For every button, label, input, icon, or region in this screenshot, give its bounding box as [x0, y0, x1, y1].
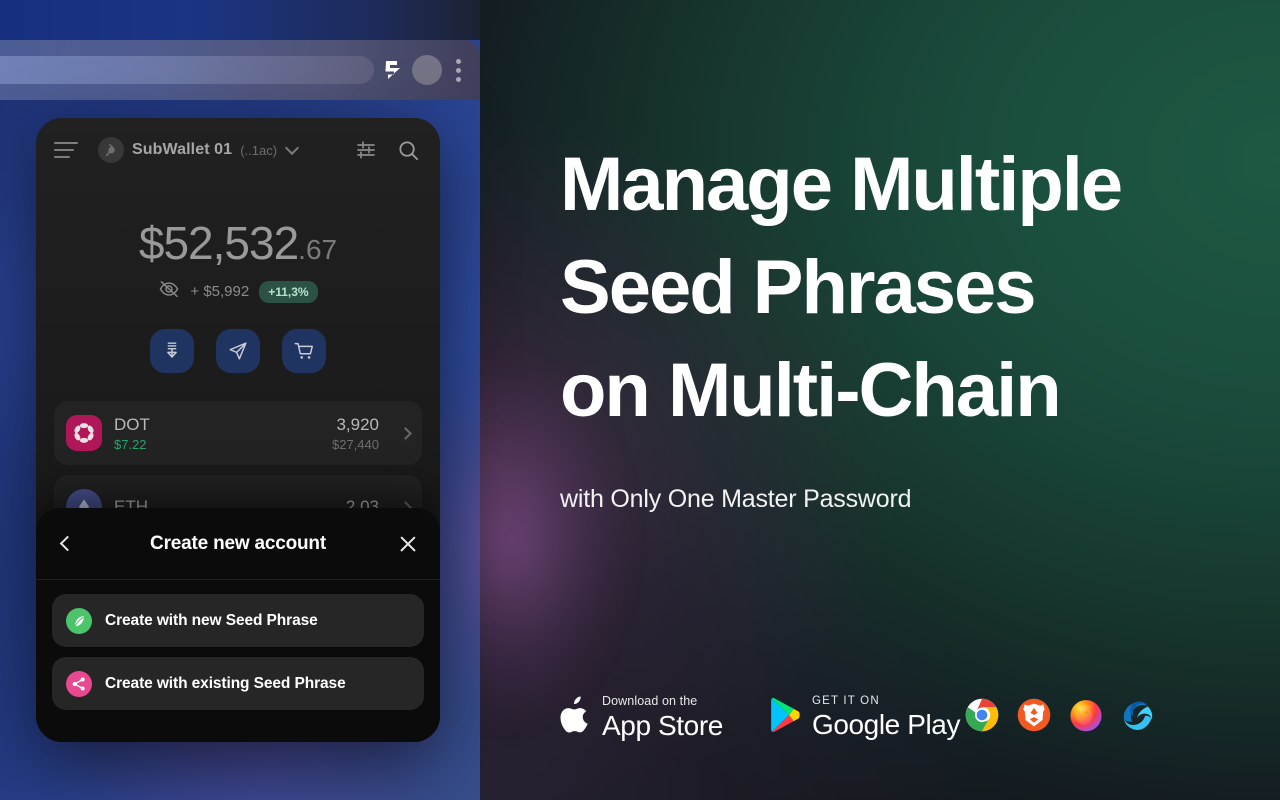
token-amount: 3,920 [336, 414, 379, 434]
apple-logo-icon [560, 696, 591, 738]
sliders-filter-icon[interactable] [355, 139, 377, 161]
account-address: (..1ac) [240, 142, 278, 158]
close-x-icon[interactable] [398, 534, 418, 554]
token-price: $7.22 [114, 436, 147, 452]
search-icon[interactable] [397, 139, 420, 162]
google-play-big-text: Google Play [811, 709, 961, 740]
app-store-badge[interactable]: Download on the App Store [560, 695, 723, 740]
polkadot-token-icon [66, 415, 102, 451]
app-store-text: Download on the App Store [602, 695, 723, 740]
google-play-small-text: GET IT ON [811, 694, 880, 707]
account-name: SubWallet 01 [132, 141, 233, 158]
token-value: $27,440 [332, 436, 379, 452]
eye-off-icon[interactable] [158, 280, 180, 303]
address-bar[interactable] [0, 56, 374, 84]
kebab-menu-icon[interactable] [450, 58, 466, 82]
list-item-label: Create with existing Seed Phrase [105, 674, 346, 692]
brave-icon[interactable] [1017, 698, 1051, 732]
chevron-down-icon[interactable] [284, 140, 300, 156]
balance-section: $52,532.67 + $5,992 +11,3% [36, 182, 440, 303]
firefox-icon[interactable] [1069, 698, 1103, 732]
browser-extension-icons [965, 698, 1155, 732]
sheet-options: Create with new Seed Phrase Create with … [36, 580, 440, 710]
profile-avatar-icon[interactable] [412, 55, 442, 85]
token-holdings: 3,920 $27,440 [332, 415, 379, 452]
screenshot-root: SubWallet 01 (..1ac) $52,532.67 + $5,992… [0, 0, 1280, 800]
receive-button[interactable] [150, 329, 194, 373]
page-title: Create new account [150, 532, 326, 554]
token-symbol: DOT [114, 414, 150, 434]
chrome-icon[interactable] [965, 698, 999, 732]
create-account-sheet: Create new account Create with new Seed … [36, 508, 440, 742]
google-play-badge[interactable]: GET IT ON Google Play [769, 694, 961, 740]
list-item-label: Create with new Seed Phrase [105, 611, 318, 629]
balance-change-row: + $5,992 +11,3% [36, 280, 440, 303]
google-play-triangle-icon [769, 697, 801, 738]
balance-change-badge: +11,3% [259, 280, 318, 303]
sheet-header: Create new account [36, 508, 440, 580]
hamburger-menu-icon[interactable] [54, 142, 78, 158]
share-nodes-icon [66, 670, 92, 697]
wallet-app-screen: SubWallet 01 (..1ac) $52,532.67 + $5,992… [36, 118, 440, 742]
app-store-big-text: App Store [602, 709, 723, 741]
balance-cents: .67 [298, 234, 338, 265]
leaf-icon [66, 607, 92, 634]
headline: Manage Multiple Seed Phrases on Multi-Ch… [560, 142, 1123, 433]
phone-mockup: SubWallet 01 (..1ac) $52,532.67 + $5,992… [36, 118, 440, 742]
background-top-strip [0, 0, 480, 40]
google-play-text: GET IT ON Google Play [811, 694, 961, 740]
list-item[interactable]: Create with existing Seed Phrase [52, 657, 424, 710]
list-item[interactable]: Create with new Seed Phrase [52, 594, 424, 647]
browser-window-chrome [0, 40, 480, 100]
send-button[interactable] [216, 329, 260, 373]
chevron-right-icon[interactable] [399, 426, 412, 440]
subheadline: with Only One Master Password [560, 485, 912, 513]
account-avatar-icon [98, 137, 124, 163]
balance-whole: $52,532 [138, 217, 299, 269]
total-balance: $52,532.67 [36, 216, 440, 270]
subwallet-logo-icon[interactable] [382, 58, 404, 82]
token-info: DOT $7.22 [114, 415, 150, 452]
edge-icon[interactable] [1121, 698, 1155, 732]
table-row[interactable]: DOT $7.22 3,920 $27,440 [54, 401, 422, 465]
account-selector[interactable]: SubWallet 01 (..1ac) [98, 137, 300, 163]
wallet-header: SubWallet 01 (..1ac) [36, 118, 440, 182]
balance-change-amount: + $5,992 [190, 283, 250, 300]
wallet-header-actions [355, 139, 420, 162]
wallet-action-buttons [36, 329, 440, 373]
buy-button[interactable] [282, 329, 326, 373]
app-store-small-text: Download on the [602, 694, 698, 708]
marketing-panel: Manage Multiple Seed Phrases on Multi-Ch… [560, 0, 1280, 800]
store-badges: Download on the App Store GET IT ON Goog… [560, 695, 960, 740]
